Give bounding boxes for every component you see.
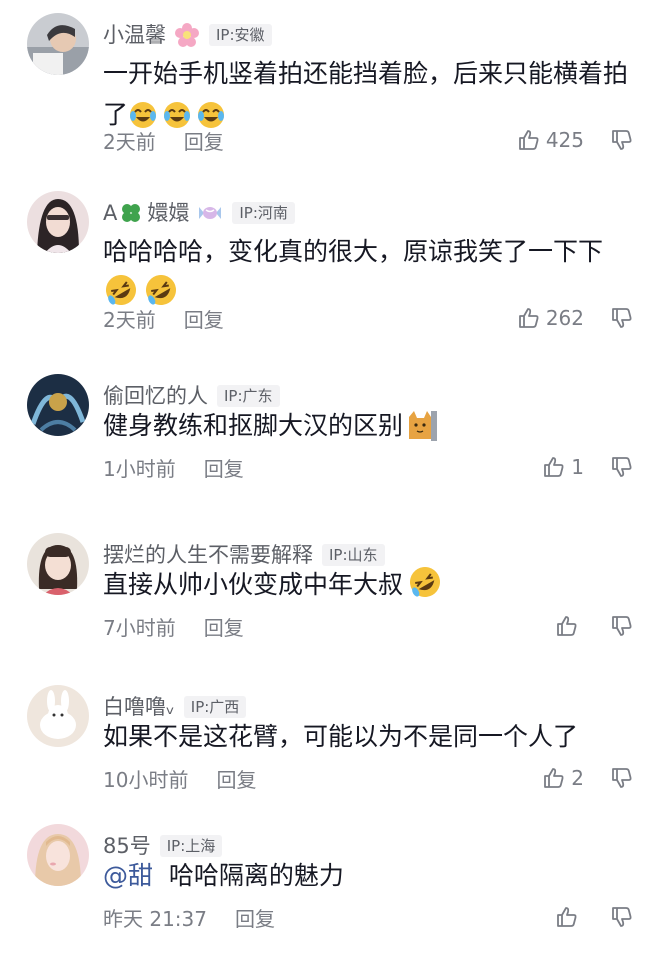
like-count: 425 (545, 128, 584, 152)
like-button[interactable]: 2 (542, 766, 584, 790)
thumbs-down-icon (612, 308, 632, 328)
timestamp: 昨天 21:37 (103, 906, 207, 931)
comment-meta: 1小时前 回复 1 (103, 450, 634, 484)
name-line: A 嬛嬛 IP:河南 (103, 195, 295, 231)
comment-body: 如果不是这花臂，可能以为不是同一个人了 (103, 722, 579, 751)
comment-item: A 嬛嬛 IP:河南 哈哈哈哈，变化真的很大，原谅我笑了一下下 2天前 回复 2… (0, 191, 660, 351)
thumbs-up-icon (518, 308, 539, 328)
comment-item: 85号 IP:上海 @甜 哈哈隔离的魅力 昨天 21:37 回复 (0, 824, 660, 944)
comment-text: 如果不是这花臂，可能以为不是同一个人了 (103, 716, 628, 757)
ip-badge: IP:上海 (159, 835, 223, 857)
comment-meta: 昨天 21:37 回复 (103, 900, 634, 934)
comment-item: 摆烂的人生不需要解释 IP:山东 直接从帅小伙变成中年大叔 7小时前 回复 (0, 533, 660, 653)
like-count: 262 (545, 306, 584, 330)
ip-badge: IP:广西 (183, 696, 247, 718)
dislike-button[interactable] (610, 306, 634, 330)
comment-body: 直接从帅小伙变成中年大叔 (103, 570, 404, 599)
avatar[interactable] (27, 533, 89, 595)
username-prefix[interactable]: A (103, 195, 117, 231)
like-count: 2 (571, 766, 584, 790)
cat-sticker-emoji (407, 409, 438, 453)
ip-badge: IP:河南 (232, 202, 295, 224)
dislike-button[interactable] (610, 905, 634, 929)
timestamp: 2天前 (103, 307, 156, 332)
comment-list: 小温馨 IP:安徽 一开始手机竖着拍还能挡着脸，后来只能横着拍了 2天前 回复 (0, 0, 660, 954)
username[interactable]: 小温馨 (103, 17, 166, 53)
reply-button[interactable]: 回复 (184, 304, 224, 333)
thumbs-up-icon (518, 130, 539, 150)
avatar[interactable] (27, 13, 89, 75)
thumbs-down-icon (612, 130, 632, 150)
reply-button[interactable]: 回复 (204, 612, 244, 641)
clover-icon (119, 201, 143, 225)
comment-item: 小温馨 IP:安徽 一开始手机竖着拍还能挡着脸，后来只能横着拍了 2天前 回复 (0, 13, 660, 173)
like-button[interactable] (555, 614, 584, 638)
like-button[interactable]: 1 (542, 455, 584, 479)
timestamp: 7小时前 (103, 615, 176, 640)
comment-meta: 2天前 回复 425 (103, 123, 634, 157)
reply-button[interactable]: 回复 (235, 903, 275, 932)
like-button[interactable]: 425 (517, 128, 584, 152)
ip-badge: IP:安徽 (209, 24, 272, 46)
name-line: 小温馨 IP:安徽 (103, 17, 272, 53)
mention-link[interactable]: @甜 (103, 861, 153, 890)
reply-button[interactable]: 回复 (184, 126, 224, 155)
thumbs-up-icon (544, 457, 564, 477)
like-button[interactable]: 262 (517, 306, 584, 330)
reply-button[interactable]: 回复 (216, 764, 256, 793)
thumbs-down-icon (612, 768, 632, 788)
like-button[interactable] (555, 905, 584, 929)
thumbs-down-icon (612, 457, 632, 477)
avatar[interactable] (27, 374, 89, 436)
comment-meta: 10小时前 回复 2 (103, 761, 634, 795)
thumbs-up-icon (557, 907, 577, 927)
timestamp: 2天前 (103, 129, 156, 154)
comment-text: 直接从帅小伙变成中年大叔 (103, 564, 628, 612)
comment-body: 哈哈哈哈，变化真的很大，原谅我笑了一下下 (103, 237, 604, 266)
thumbs-up-icon (557, 616, 577, 636)
dislike-button[interactable] (610, 614, 634, 638)
avatar[interactable] (27, 824, 89, 886)
comment-item: 白噜噜ᵥ IP:广西 如果不是这花臂，可能以为不是同一个人了 10小时前 回复 … (0, 685, 660, 805)
comment-text: @甜 哈哈隔离的魅力 (103, 855, 628, 896)
comment-body: 哈哈隔离的魅力 (168, 861, 344, 890)
avatar[interactable] (27, 191, 89, 253)
like-count: 1 (571, 455, 584, 479)
thumbs-down-icon (612, 616, 632, 636)
thumbs-up-icon (544, 768, 564, 788)
flower-icon (174, 22, 200, 48)
comment-meta: 7小时前 回复 (103, 609, 634, 643)
rolling-laughing-emoji (407, 564, 443, 612)
comment-text: 健身教练和抠脚大汉的区别 (103, 405, 628, 453)
candy-icon (197, 203, 223, 223)
dislike-button[interactable] (610, 455, 634, 479)
timestamp: 10小时前 (103, 767, 189, 792)
thumbs-down-icon (612, 907, 632, 927)
ip-badge: IP:山东 (322, 544, 385, 566)
ip-badge: IP:广东 (217, 385, 280, 407)
dislike-button[interactable] (610, 766, 634, 790)
dislike-button[interactable] (610, 128, 634, 152)
reply-button[interactable]: 回复 (204, 453, 244, 482)
username[interactable]: 嬛嬛 (147, 195, 189, 231)
comment-item: 偷回忆的人 IP:广东 健身教练和抠脚大汉的区别 1小时前 回复 1 (0, 374, 660, 494)
avatar[interactable] (27, 685, 89, 747)
comment-body: 健身教练和抠脚大汉的区别 (103, 411, 404, 440)
comment-meta: 2天前 回复 262 (103, 301, 634, 335)
timestamp: 1小时前 (103, 456, 176, 481)
